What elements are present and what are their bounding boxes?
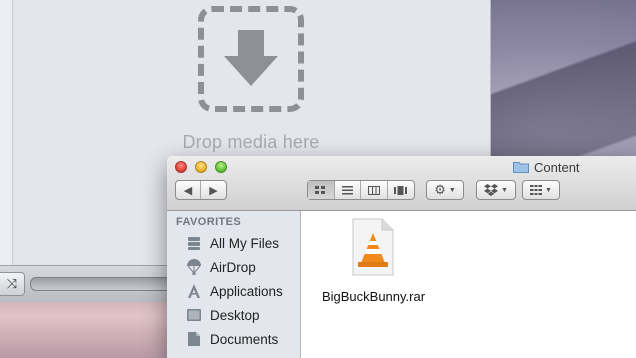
finder-sidebar: FAVORITES All My Files AirDrop Applicati… [167,211,301,358]
file-name-label: BigBuckBunny.rar [321,289,426,304]
back-arrow-icon: ◀ [183,184,193,197]
dropbox-menu-button[interactable]: ▼ [476,180,516,200]
forward-arrow-icon: ▶ [209,184,218,197]
sidebar-item-label: AirDrop [210,259,256,275]
sidebar-item-applications[interactable]: Applications [185,280,283,302]
download-arrow-icon [224,30,278,86]
sidebar-item-label: Documents [210,331,279,347]
sidebar-item-airdrop[interactable]: AirDrop [185,256,256,278]
back-forward-control: ◀ ▶ [175,180,227,200]
airdrop-icon [185,258,203,276]
minimize-window-button[interactable] [195,161,207,173]
sidebar-item-documents[interactable]: Documents [185,328,278,350]
sidebar-item-all-my-files[interactable]: All My Files [185,232,279,254]
shuffle-button[interactable]: ⤨ [0,272,25,296]
finder-window: Content ◀ ▶ ⚙ ▼ ▼ ▼ FAVORITES All My Fil… [167,156,636,358]
arrange-menu-button[interactable]: ▼ [522,180,560,200]
folder-icon [513,162,529,173]
dropbox-icon [484,184,499,196]
drop-media-label: Drop media here [182,132,320,152]
window-title: Content [513,159,580,175]
desktop-icon [185,306,203,324]
icon-view-icon [315,185,326,194]
sidebar-item-label: All My Files [210,235,280,251]
arrange-icon [530,185,543,195]
close-window-button[interactable] [175,161,187,173]
chevron-down-icon: ▼ [545,186,552,194]
list-view-button[interactable] [335,181,361,199]
column-view-icon [367,185,380,195]
gear-icon: ⚙ [434,182,446,197]
sidebar-item-label: Applications [210,283,283,299]
list-view-icon [341,185,353,194]
cover-flow-view-button[interactable] [388,181,414,199]
shuffle-icon: ⤨ [6,276,18,291]
vlc-sidebar-edge [0,0,13,265]
back-button[interactable]: ◀ [176,181,202,199]
finder-titlebar: Content ◀ ▶ ⚙ ▼ ▼ ▼ [167,156,636,211]
applications-icon [185,282,203,300]
favorites-header: FAVORITES [176,216,242,228]
all-files-icon [185,234,203,252]
chevron-down-icon: ▼ [501,186,508,194]
icon-view-button[interactable] [308,181,335,199]
sidebar-item-desktop[interactable]: Desktop [185,304,260,326]
documents-icon [185,330,203,348]
column-view-button[interactable] [361,181,388,199]
sidebar-item-label: Desktop [210,307,260,323]
window-title-text: Content [534,159,580,175]
chevron-down-icon: ▼ [448,186,456,194]
action-menu-button[interactable]: ⚙ ▼ [426,180,464,200]
cover-flow-icon [394,185,408,195]
forward-button[interactable]: ▶ [201,181,226,199]
zoom-window-button[interactable] [215,161,227,173]
view-mode-control [307,180,415,200]
finder-content-area: BigBuckBunny.rar [301,211,636,358]
vlc-file-icon [352,218,394,276]
